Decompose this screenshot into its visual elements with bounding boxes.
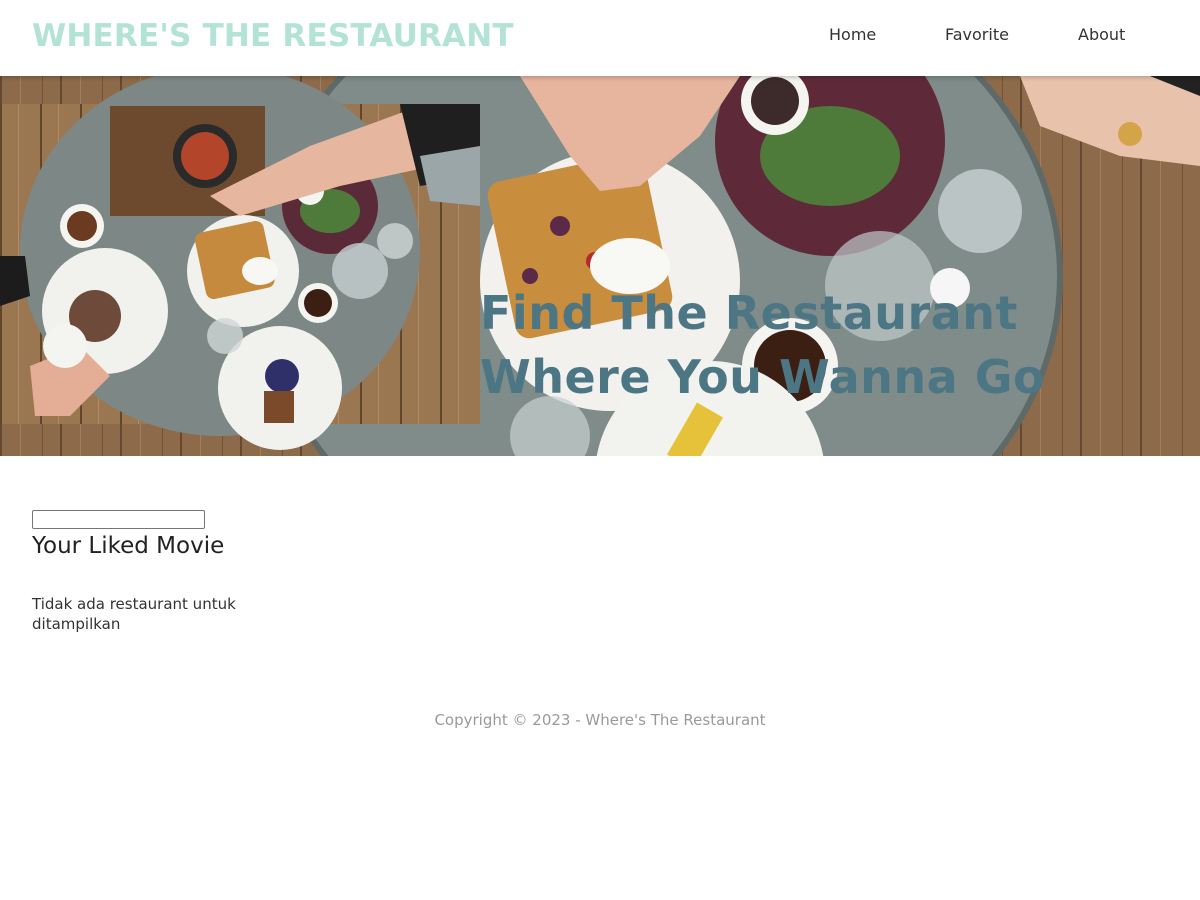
brand-title[interactable]: WHERE'S THE RESTAURANT xyxy=(32,18,514,54)
nav-link-favorite[interactable]: Favorite xyxy=(945,25,1009,44)
empty-state-message: Tidak ada restaurant untuk ditampilkan xyxy=(32,595,236,633)
section-title: Your Liked Movie xyxy=(32,533,225,559)
main-content: Your Liked Movie Tidak ada restaurant un… xyxy=(32,510,262,634)
footer: Copyright © 2023 - Where's The Restauran… xyxy=(0,711,1200,729)
hero-banner: Find The Restaurant Where You Wanna Go xyxy=(0,76,1200,456)
nav-link-home[interactable]: Home xyxy=(829,25,876,44)
hero-title: Find The Restaurant Where You Wanna Go xyxy=(480,286,1046,404)
search-input[interactable] xyxy=(32,510,205,529)
nav-link-about[interactable]: About xyxy=(1078,25,1125,44)
footer-copyright: Copyright © 2023 - Where's The Restauran… xyxy=(434,711,766,729)
app-bar: WHERE'S THE RESTAURANT Home Favorite Abo… xyxy=(0,0,1200,76)
